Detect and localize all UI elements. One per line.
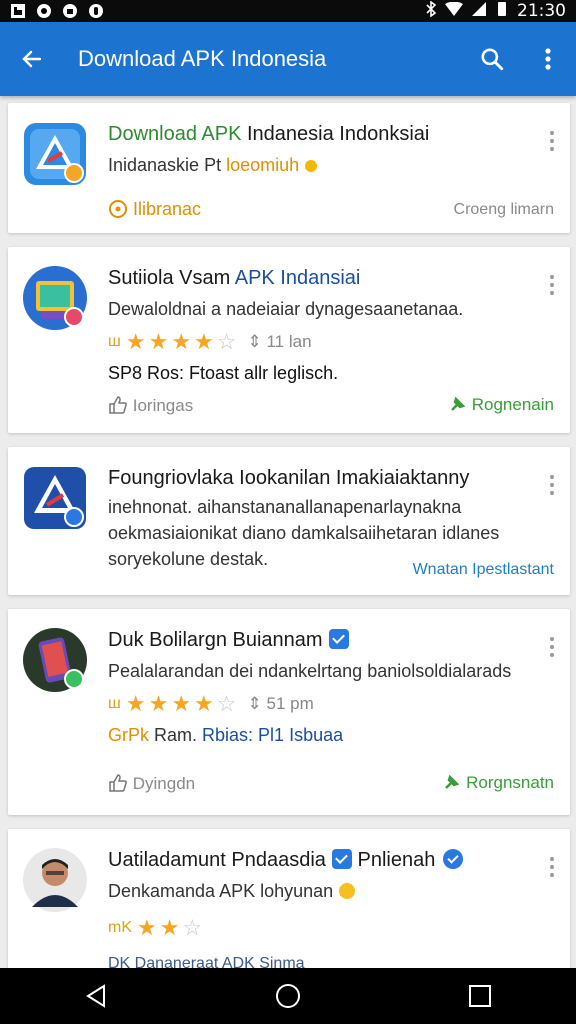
app-description: Dewaloldnai a nadeiaiar dynagesaanetanaa… (108, 299, 464, 319)
triangle-back-icon (86, 984, 105, 1008)
overflow-menu-button[interactable] (548, 131, 556, 151)
install-button[interactable]: Rorgnsnatn (443, 773, 554, 793)
battery-icon (495, 1, 509, 22)
star-icon: ★ (148, 691, 169, 716)
app-subtitle: Inidanaskie Pt loeomiuh (108, 155, 318, 176)
app-description-line: oekmasiaionikat diano damkalsaiihetaran … (108, 523, 500, 543)
like-button[interactable]: Dyingdn (108, 773, 195, 794)
star-half-icon: ★ (194, 691, 214, 716)
app-label-right: Croeng limarn (453, 201, 554, 218)
star-empty-icon: ☆ (216, 691, 237, 716)
rating-row: mK ★ ★ ☆ (108, 915, 203, 940)
rating-count: ⇕ 51 pm (247, 694, 314, 713)
overflow-menu-button[interactable] (548, 475, 556, 495)
verified-badge-icon (331, 849, 352, 869)
nav-recents-button[interactable] (450, 968, 510, 1024)
app-title: Download APK Indanesia Indonksiai (108, 123, 430, 145)
nav-back-button[interactable] (66, 968, 126, 1024)
notification-circle-icon (36, 3, 52, 19)
star-empty-icon: ☆ (216, 329, 237, 354)
star-icon: ★ (171, 691, 192, 716)
app-meta: SP8 Ros: Ftoast allr leglisch. (108, 363, 339, 383)
nav-home-button[interactable] (258, 968, 318, 1024)
app-icon-apk-indonesia (22, 121, 88, 187)
system-navigation-bar (0, 968, 576, 1024)
like-button[interactable]: Ioringas (108, 395, 193, 416)
star-icon: ★ (137, 915, 157, 940)
emoji-icon (339, 883, 356, 899)
app-title: Foungriovlaka Iookanilan Imakiaiaktanny (108, 467, 470, 489)
overflow-menu-button[interactable] (520, 22, 576, 96)
more-vert-icon (545, 48, 551, 70)
app-title: Uatiladamunt Pndaasdia Pnlienah (108, 849, 464, 872)
notification-location-icon (88, 3, 104, 19)
install-button[interactable]: Rognenain (449, 395, 554, 415)
search-button[interactable] (464, 22, 520, 96)
app-label-row: Ilibranac (108, 199, 201, 220)
star-icon: ★ (125, 329, 146, 354)
overflow-menu-button[interactable] (548, 637, 556, 657)
status-bar: 21:30 (0, 0, 576, 22)
list-item[interactable]: Sutiiola Vsam APK Indansiai Dewaloldnai … (8, 247, 570, 433)
app-icon-phone (22, 627, 88, 693)
star-empty-icon: ☆ (182, 915, 203, 940)
app-description-line: soryekolune destak. (108, 549, 269, 569)
thumbs-up-icon (109, 774, 127, 792)
signal-icon (471, 1, 487, 22)
notification-lock-icon (62, 3, 78, 19)
pin-icon (451, 396, 466, 411)
app-description: Denkamanda APK lohyunan (108, 881, 356, 902)
list-item[interactable]: Foungriovlaka Iookanilan Imakiaiaktanny … (8, 447, 570, 595)
clock-icon (108, 199, 128, 219)
app-description-line: inehnonat. aihanstananallanapenarlaynakn… (108, 497, 462, 517)
app-icon-apk-indonesia (22, 465, 88, 531)
star-half-icon: ★ (194, 329, 214, 354)
app-bar: Download APK Indonesia (0, 22, 576, 96)
thumbs-up-icon (109, 396, 127, 414)
app-title: Sutiiola Vsam APK Indansiai (108, 267, 361, 289)
notification-app-icon (10, 3, 26, 19)
back-button[interactable] (0, 22, 64, 96)
overflow-menu-button[interactable] (548, 275, 556, 295)
rating-row: ш ★ ★ ★ ★ ☆ ⇕ 11 lan (108, 329, 312, 354)
arrow-left-icon (22, 50, 42, 68)
pin-icon (445, 774, 460, 789)
list-item[interactable]: Duk Bolilargn Buiannam Pealalarandan dei… (8, 609, 570, 815)
emoji-icon (299, 155, 318, 175)
list-item[interactable]: Download APK Indanesia Indonksiai Inidan… (8, 103, 570, 233)
star-icon: ★ (125, 691, 146, 716)
rating-count: ⇕ 11 lan (247, 332, 312, 351)
bluetooth-icon (425, 0, 437, 22)
avatar (22, 847, 88, 913)
star-icon: ★ (159, 915, 180, 940)
app-title: Duk Bolilargn Buiannam (108, 629, 349, 652)
circle-home-icon (276, 984, 300, 1008)
verified-check-icon (443, 849, 464, 869)
star-icon: ★ (148, 329, 169, 354)
app-description: Pealalarandan dei ndankelrtang baniolsol… (108, 661, 512, 681)
search-icon (481, 48, 504, 71)
app-meta: GrPk Ram. Rbias: Pl1 Isbuaa (108, 725, 344, 745)
verified-badge-icon (328, 629, 349, 649)
app-icon-game (22, 265, 88, 331)
app-bar-title: Download APK Indonesia (78, 46, 327, 71)
square-recents-icon (469, 985, 491, 1007)
status-time: 21:30 (517, 1, 566, 21)
app-link[interactable]: Wnatan Ipestlastant (413, 561, 554, 579)
rating-row: ш ★ ★ ★ ★ ☆ ⇕ 51 pm (108, 691, 314, 716)
list-item[interactable]: Uatiladamunt Pndaasdia Pnlienah Denkaman… (8, 829, 570, 968)
wifi-icon (445, 1, 463, 21)
overflow-menu-button[interactable] (548, 857, 556, 877)
app-meta-partial: DK Dananeraat ADK Sinma (108, 955, 305, 968)
star-icon: ★ (171, 329, 192, 354)
app-list[interactable]: Download APK Indanesia Indonksiai Inidan… (0, 96, 576, 968)
